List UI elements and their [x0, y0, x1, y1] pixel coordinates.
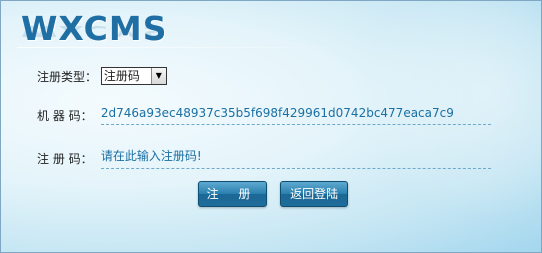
- register-button[interactable]: 注 册: [198, 181, 267, 207]
- registration-type-label: 注册类型：: [37, 69, 98, 84]
- registration-code-row: 注 册 码： 请在此输入注册码!: [37, 147, 491, 169]
- machine-code-row: 机 器 码： 2d746a93ec48937c35b5f698f429961d0…: [37, 106, 491, 125]
- registration-type-row: 注册类型： 注册码 ▼: [37, 67, 167, 85]
- registration-type-select[interactable]: 注册码 ▼: [100, 67, 167, 85]
- registration-type-value: 注册码: [103, 69, 140, 83]
- registration-window: WXCMS WXCMS 注册类型： 注册码 ▼ 机 器 码： 2d746a93e…: [0, 0, 542, 253]
- dropdown-arrow-icon[interactable]: ▼: [150, 68, 166, 84]
- back-to-login-button[interactable]: 返回登陆: [280, 181, 349, 207]
- logo-divider: [17, 47, 347, 48]
- machine-code-label: 机 器 码：: [37, 109, 93, 123]
- action-buttons: 注 册 返回登陆: [198, 181, 356, 207]
- registration-code-input[interactable]: 请在此输入注册码!: [100, 147, 491, 169]
- logo-reflection: WXCMS: [21, 22, 168, 40]
- registration-code-label: 注 册 码：: [37, 151, 93, 166]
- machine-code-value: 2d746a93ec48937c35b5f698f429961d0742bc47…: [100, 106, 491, 125]
